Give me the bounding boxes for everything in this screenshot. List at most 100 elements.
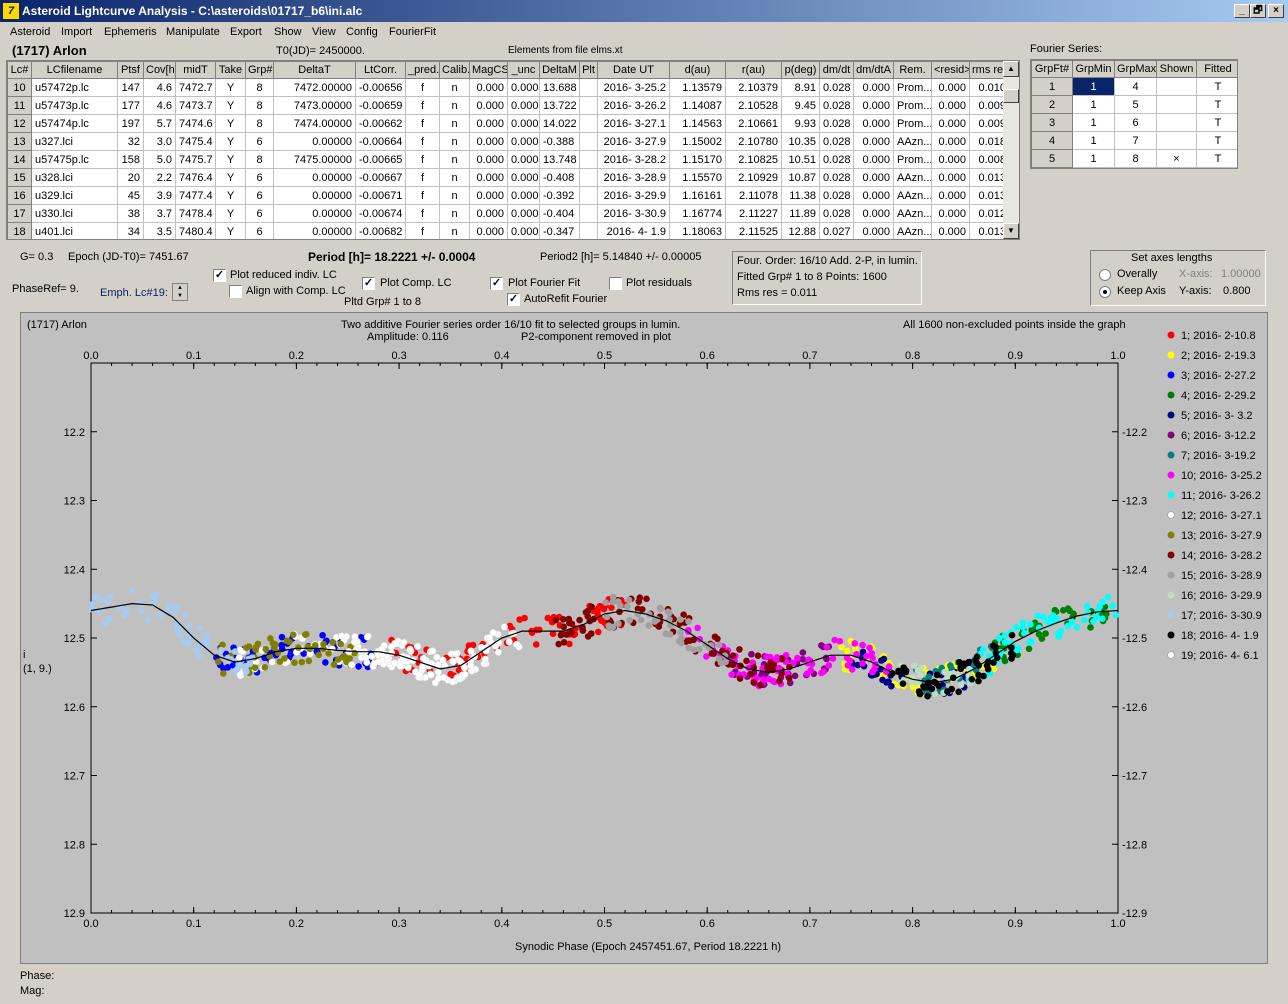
fourier-column-header[interactable]: Fitted [1196,60,1237,78]
lc-column-header[interactable]: dm/dt [819,61,854,79]
table-cell[interactable]: 4.6 [143,96,176,115]
menu-export[interactable]: Export [230,26,262,38]
table-cell[interactable]: 11.38 [781,186,820,205]
table-cell[interactable]: 0.000 [853,204,894,223]
scroll-thumb[interactable] [1003,89,1019,103]
period-value[interactable]: Period [h]= 18.2221 +/- 0.0004 [308,250,475,264]
table-cell[interactable]: 0.000 [469,168,508,187]
table-cell[interactable]: 2.10661 [725,114,782,133]
table-cell[interactable]: 8 [245,78,274,97]
app-icon[interactable]: 7 [3,3,19,19]
table-cell[interactable] [579,96,598,115]
table-cell[interactable] [1156,131,1197,150]
table-cell[interactable]: -0.00671 [355,186,406,205]
table-cell[interactable]: 4 [1114,77,1157,96]
table-cell[interactable]: Y [215,168,246,187]
table-cell[interactable]: 0.028 [819,168,854,187]
table-cell[interactable]: 7475.4 [175,132,216,151]
menu-fourierfit[interactable]: FourierFit [389,26,436,38]
lc-column-header[interactable]: MagCS [469,61,508,79]
table-cell[interactable]: n [439,114,470,133]
table-cell[interactable]: 0.028 [819,114,854,133]
menu-asteroid[interactable]: Asteroid [10,26,50,38]
epoch-value[interactable]: Epoch (JD-T0)= 7451.67 [68,251,189,263]
table-cell[interactable]: f [405,78,440,97]
table-cell[interactable]: 0.000 [853,222,894,239]
table-cell[interactable]: 1.15570 [669,168,726,187]
fourier-column-header[interactable]: GrpFt# [1031,60,1073,78]
table-cell[interactable]: 10.35 [781,132,820,151]
table-cell[interactable]: 5 [1114,95,1157,114]
table-cell[interactable]: T [1196,113,1237,132]
table-cell[interactable]: f [405,114,440,133]
table-cell[interactable]: Y [215,96,246,115]
table-cell[interactable]: f [405,168,440,187]
row-header[interactable]: 12 [7,114,32,133]
table-cell[interactable]: 9.93 [781,114,820,133]
table-cell[interactable]: 7475.7 [175,150,216,169]
table-cell[interactable]: -0.00682 [355,222,406,239]
row-header[interactable]: 2 [1031,95,1073,114]
table-cell[interactable]: 8 [245,114,274,133]
table-cell[interactable]: 0.000 [507,78,540,97]
table-cell[interactable]: 6 [1114,113,1157,132]
table-cell[interactable]: AAzn... [893,222,932,239]
table-cell[interactable]: 0.000 [853,168,894,187]
table-cell[interactable]: 7480.4 [175,222,216,239]
autorefit-checkbox[interactable]: ✓ [507,293,520,306]
lc-column-header[interactable]: Cov[h] [143,61,176,79]
table-cell[interactable]: 5.7 [143,114,176,133]
minimize-button[interactable]: _ [1234,4,1250,18]
table-cell[interactable]: u330.lci [31,204,118,223]
menu-import[interactable]: Import [61,26,92,38]
table-cell[interactable]: 2016- 3-27.1 [597,114,670,133]
table-cell[interactable]: -0.392 [539,186,580,205]
table-cell[interactable]: 3.5 [143,222,176,239]
row-header[interactable]: 15 [7,168,32,187]
table-cell[interactable]: 0.000 [853,114,894,133]
lightcurve-table[interactable]: Lc# LCfilename Ptsf Cov[h] midT Take Grp# Delta… [6,60,1020,240]
table-cell[interactable]: n [439,186,470,205]
table-cell[interactable]: 34 [117,222,144,239]
table-cell[interactable]: Prom... [893,114,932,133]
table-cell[interactable]: 0.00000 [273,204,356,223]
table-cell[interactable]: Y [215,204,246,223]
table-cell[interactable]: u329.lci [31,186,118,205]
table-cell[interactable]: T [1196,77,1237,96]
table-cell[interactable]: 4.6 [143,78,176,97]
table-row[interactable]: 13 u327.lci 32 3.0 7475.4 Y 6 0.00000 -0.00664 f n… [7,132,1010,151]
table-cell[interactable]: 0.000 [469,132,508,151]
table-cell[interactable]: 0.028 [819,204,854,223]
table-cell[interactable]: 14.022 [539,114,580,133]
table-row[interactable]: 17 u330.lci 38 3.7 7478.4 Y 6 0.00000 -0.00674 f n… [7,204,1010,223]
table-cell[interactable]: 147 [117,78,144,97]
table-cell[interactable]: 7477.4 [175,186,216,205]
fourier-series-table[interactable]: GrpFt# GrpMin GrpMax Shown Fitted 114T215T31… [1030,59,1238,169]
table-cell[interactable]: 38 [117,204,144,223]
lc-column-header[interactable]: r(au) [725,61,782,79]
table-cell[interactable]: 158 [117,150,144,169]
table-cell[interactable]: AAzn... [893,186,932,205]
table-cell[interactable]: 2016- 3-30.9 [597,204,670,223]
lightcurve-plot-panel[interactable]: (1717) Arlon Two additive Fourier series… [20,312,1268,964]
table-cell[interactable]: 7474.00000 [273,114,356,133]
table-cell[interactable]: f [405,132,440,151]
table-cell[interactable]: 6 [245,132,274,151]
plot-fourier-checkbox[interactable]: ✓ [490,277,503,290]
table-cell[interactable]: -0.347 [539,222,580,239]
table-cell[interactable]: 7478.4 [175,204,216,223]
table-cell[interactable]: 2016- 3-25.2 [597,78,670,97]
table-cell[interactable]: 6 [245,204,274,223]
table-cell[interactable]: f [405,204,440,223]
table-cell[interactable]: 0.000 [469,222,508,239]
menu-manipulate[interactable]: Manipulate [166,26,220,38]
table-cell[interactable]: 3.7 [143,204,176,223]
table-cell[interactable]: 0.028 [819,78,854,97]
lc-column-header[interactable]: Date UT [597,61,670,79]
table-cell[interactable]: 13.748 [539,150,580,169]
table-cell[interactable]: 1.14563 [669,114,726,133]
table-cell[interactable]: 2016- 3-26.2 [597,96,670,115]
table-cell[interactable]: 3.9 [143,186,176,205]
table-cell[interactable] [579,186,598,205]
table-cell[interactable]: 6 [245,168,274,187]
